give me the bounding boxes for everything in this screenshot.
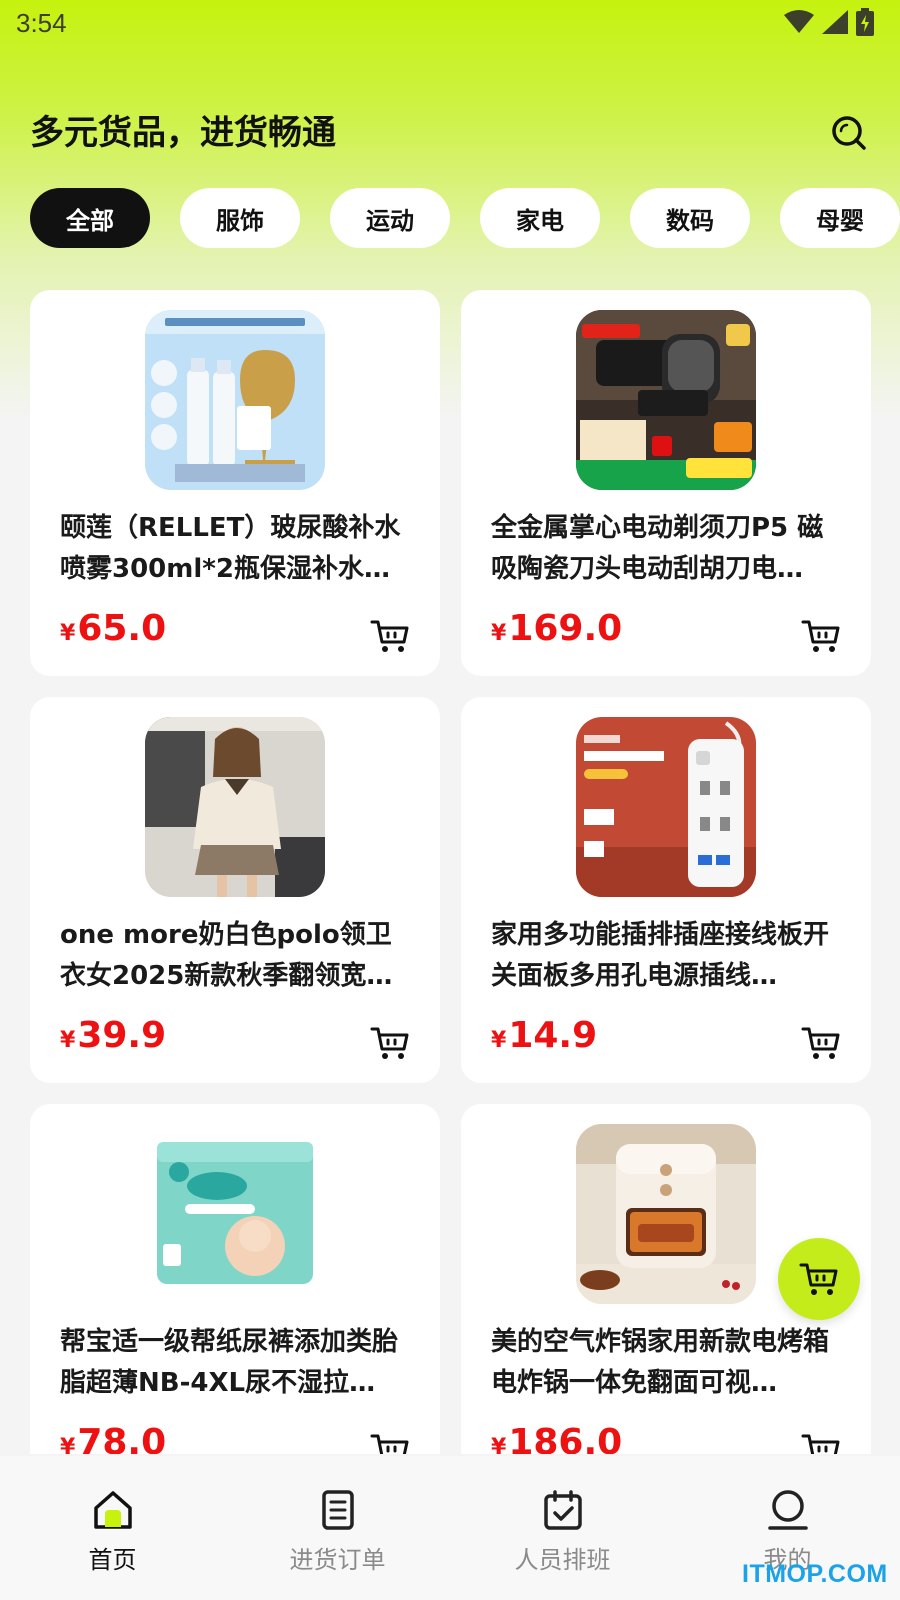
cart-icon [801,1027,840,1059]
tab-sports[interactable]: 运动 [330,188,450,248]
nav-schedule-label: 人员排班 [514,1546,611,1574]
product-price: ¥ 65.0 [60,608,166,649]
currency-symbol: ¥ [491,621,507,646]
product-card[interactable]: one more奶白色polo领卫衣女2025新款秋季翻领宽松… ¥ 39.9 [30,697,440,1083]
tab-baby[interactable]: 母婴 [780,188,900,248]
add-to-cart-button[interactable] [370,618,410,654]
currency-symbol: ¥ [60,1435,76,1454]
search-icon [832,116,866,150]
product-image-shaver [576,310,756,490]
price-value: 78.0 [77,1422,167,1454]
cart-icon [370,1434,409,1454]
product-price: ¥ 39.9 [60,1015,166,1056]
status-icons [784,8,874,36]
page-title: 多元货品，进货畅通 [30,113,336,153]
product-image-diapers [145,1124,325,1304]
product-title: 全金属掌心电动剃须刀P5 磁吸陶瓷刀头电动刮胡刀电… [491,513,824,584]
battery-icon [856,8,874,36]
price-value: 39.9 [77,1015,167,1056]
nav-home[interactable]: 首页 [0,1456,225,1600]
add-to-cart-button[interactable] [801,1432,841,1454]
user-icon [767,1490,808,1530]
tab-apparel[interactable]: 服饰 [180,188,300,248]
currency-symbol: ¥ [60,1028,76,1053]
price-value: 14.9 [508,1015,598,1056]
product-price: ¥ 14.9 [491,1015,597,1056]
product-title: one more奶白色polo领卫衣女2025新款秋季翻领宽松… [60,920,392,991]
add-to-cart-button[interactable] [801,618,841,654]
nav-orders[interactable]: 进货订单 [225,1456,450,1600]
product-card[interactable]: 家用多功能插排插座接线板开关面板多用孔电源插线… ¥ 14.9 [461,697,871,1083]
product-card[interactable]: 全金属掌心电动剃须刀P5 磁吸陶瓷刀头电动刮胡刀电… ¥ 169.0 [461,290,871,676]
floating-cart-button[interactable] [778,1238,860,1320]
calendar-check-icon [543,1490,582,1530]
currency-symbol: ¥ [60,621,76,646]
price-value: 169.0 [508,608,623,649]
product-price: ¥ 78.0 [60,1422,166,1454]
cart-icon [370,1027,409,1059]
add-to-cart-button[interactable] [801,1025,841,1061]
nav-schedule[interactable]: 人员排班 [450,1456,675,1600]
product-price: ¥ 186.0 [491,1422,622,1454]
product-image-air-fryer [576,1124,756,1304]
currency-symbol: ¥ [491,1435,507,1454]
tab-appliances[interactable]: 家电 [480,188,600,248]
cart-icon [799,1263,838,1295]
add-to-cart-button[interactable] [370,1025,410,1061]
product-card[interactable]: 颐莲（RELLET）玻尿酸补水喷雾300ml*2瓶保湿补水… ¥ 65.0 [30,290,440,676]
wifi-icon [784,10,814,33]
product-image-spray [145,310,325,490]
product-title: 家用多功能插排插座接线板开关面板多用孔电源插线… [491,920,830,991]
category-tabs: 全部 服饰 运动 家电 数码 母婴 [30,188,900,248]
price-value: 65.0 [77,608,167,649]
cart-icon [370,620,409,652]
add-to-cart-button[interactable] [370,1432,410,1454]
currency-symbol: ¥ [491,1028,507,1053]
nav-home-label: 首页 [88,1546,137,1574]
product-title: 帮宝适一级帮纸尿裤添加类胎脂超薄NB-4XL尿不湿拉… [60,1327,399,1398]
tab-digital[interactable]: 数码 [630,188,750,248]
search-button[interactable] [830,114,870,154]
product-grid: 颐莲（RELLET）玻尿酸补水喷雾300ml*2瓶保湿补水… ¥ 65.0 全金… [30,290,871,1454]
status-time: 3:54 [16,8,67,38]
status-bar: 3:54 [0,0,900,50]
cart-icon [801,1434,840,1454]
signal-icon [822,10,848,34]
tab-all[interactable]: 全部 [30,188,150,248]
product-title: 颐莲（RELLET）玻尿酸补水喷雾300ml*2瓶保湿补水… [60,513,401,584]
product-image-power-strip [576,717,756,897]
cart-icon [801,620,840,652]
price-value: 186.0 [508,1422,623,1454]
watermark: ITMOP.COM [742,1560,888,1588]
product-title: 美的空气炸锅家用新款电烤箱电炸锅一体免翻面可视… [491,1327,830,1398]
document-icon [321,1490,354,1530]
page-header: 多元货品，进货畅通 [30,108,870,158]
product-price: ¥ 169.0 [491,608,622,649]
product-card[interactable]: 帮宝适一级帮纸尿裤添加类胎脂超薄NB-4XL尿不湿拉… ¥ 78.0 [30,1104,440,1454]
home-icon [93,1491,132,1529]
nav-orders-label: 进货订单 [289,1546,386,1574]
product-image-sweatshirt [145,717,325,897]
